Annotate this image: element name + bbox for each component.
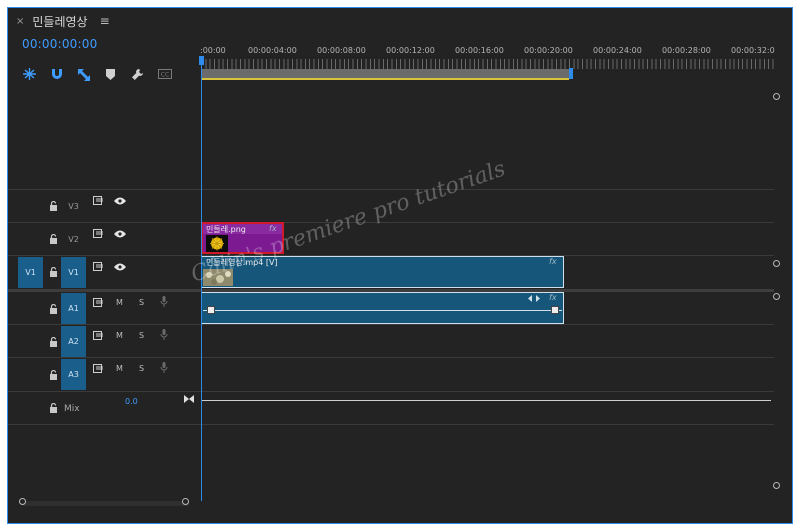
vertical-scroll-knob[interactable] bbox=[773, 260, 780, 267]
timeline-toolbar: CC bbox=[22, 66, 172, 82]
lock-icon[interactable] bbox=[49, 337, 58, 347]
fx-badge[interactable]: fx bbox=[549, 257, 557, 266]
sync-lock-icon[interactable] bbox=[93, 298, 104, 307]
eye-icon[interactable] bbox=[114, 230, 126, 238]
mute-button[interactable]: M bbox=[116, 298, 123, 307]
sync-lock-icon[interactable] bbox=[93, 364, 104, 373]
microphone-icon[interactable] bbox=[160, 362, 168, 373]
horizontal-scrollbar[interactable] bbox=[23, 501, 189, 506]
fx-badge[interactable]: fx bbox=[269, 224, 277, 233]
track-divider bbox=[8, 324, 774, 325]
lock-icon[interactable] bbox=[49, 304, 58, 314]
lock-icon[interactable] bbox=[49, 267, 58, 277]
ruler-label: 00:00:08:00 bbox=[317, 46, 366, 55]
track-divider bbox=[8, 424, 774, 425]
mix-track-label: Mix bbox=[64, 404, 80, 414]
track-target-v1[interactable]: V1 bbox=[61, 257, 86, 288]
work-area-end-handle[interactable] bbox=[569, 68, 573, 79]
audio-level-line bbox=[203, 310, 562, 311]
snap-ripple-icon[interactable] bbox=[22, 67, 37, 81]
work-area-bar[interactable] bbox=[201, 69, 569, 78]
mute-button[interactable]: M bbox=[116, 364, 123, 373]
mute-button[interactable]: M bbox=[116, 331, 123, 340]
magnet-icon[interactable] bbox=[49, 67, 64, 81]
solo-button[interactable]: S bbox=[139, 364, 144, 373]
sequence-title[interactable]: 민들레영상 bbox=[32, 13, 87, 30]
track-target-v2[interactable]: V2 bbox=[61, 224, 86, 255]
fx-badge[interactable]: fx bbox=[549, 293, 557, 302]
horizontal-scroll-right[interactable] bbox=[182, 498, 189, 505]
track-divider bbox=[8, 189, 774, 190]
ruler-ticks bbox=[201, 59, 775, 69]
dandelion-thumbnail-icon bbox=[210, 236, 224, 251]
lock-icon[interactable] bbox=[49, 201, 58, 211]
sync-lock-icon[interactable] bbox=[93, 262, 104, 271]
keyframe-end-handle[interactable] bbox=[551, 306, 559, 314]
clip-name: 민들레.png bbox=[206, 225, 246, 234]
mix-volume-value[interactable]: 0.0 bbox=[125, 397, 138, 406]
playhead-timecode[interactable]: 00:00:00:00 bbox=[22, 37, 97, 51]
ruler-label: 00:00:24:00 bbox=[593, 46, 642, 55]
ruler-label: 00:00:28:00 bbox=[662, 46, 711, 55]
timeline-panel: × 민들레영상 ≡ 00:00:00:00 CC :00:00 00:00:04… bbox=[7, 7, 793, 524]
mix-level-line bbox=[201, 400, 771, 401]
ruler-label: 00:00:32:0 bbox=[731, 46, 775, 55]
sync-lock-icon[interactable] bbox=[93, 196, 104, 205]
sync-lock-icon[interactable] bbox=[93, 229, 104, 238]
track-target-a3[interactable]: A3 bbox=[61, 359, 86, 390]
track-divider bbox=[8, 391, 774, 392]
track-target-v3[interactable]: V3 bbox=[61, 191, 86, 222]
linked-selection-icon[interactable] bbox=[76, 67, 91, 81]
vertical-scroll-knob-top[interactable] bbox=[773, 93, 780, 100]
solo-button[interactable]: S bbox=[139, 331, 144, 340]
bowtie-icon[interactable] bbox=[184, 395, 194, 403]
track-target-a1[interactable]: A1 bbox=[61, 293, 86, 324]
marker-icon[interactable] bbox=[103, 67, 118, 81]
track-target-a2[interactable]: A2 bbox=[61, 326, 86, 357]
eye-icon[interactable] bbox=[114, 263, 126, 271]
clip-thumbnail bbox=[206, 235, 228, 252]
clip-a1-audio[interactable]: fx bbox=[201, 292, 564, 324]
ruler-label: 00:00:16:00 bbox=[455, 46, 504, 55]
ruler-label: :00:00 bbox=[200, 46, 226, 55]
microphone-icon[interactable] bbox=[160, 329, 168, 340]
lock-icon[interactable] bbox=[49, 403, 58, 413]
svg-text:CC: CC bbox=[160, 72, 168, 79]
lock-icon[interactable] bbox=[49, 234, 58, 244]
link-arrows-icon bbox=[528, 295, 540, 302]
ruler-label: 00:00:04:00 bbox=[248, 46, 297, 55]
ruler-label: 00:00:12:00 bbox=[386, 46, 435, 55]
track-divider bbox=[8, 222, 774, 223]
track-divider bbox=[8, 357, 774, 358]
work-area-render-line bbox=[201, 78, 569, 80]
sync-lock-icon[interactable] bbox=[93, 331, 104, 340]
horizontal-scroll-left[interactable] bbox=[19, 498, 26, 505]
captions-icon[interactable]: CC bbox=[157, 67, 172, 81]
audio-scroll-knob-top[interactable] bbox=[773, 293, 780, 300]
solo-button[interactable]: S bbox=[139, 298, 144, 307]
keyframe-start-handle[interactable] bbox=[207, 306, 215, 314]
close-icon[interactable]: × bbox=[16, 16, 24, 27]
source-patch-v1[interactable]: V1 bbox=[18, 257, 43, 288]
lock-icon[interactable] bbox=[49, 370, 58, 380]
panel-tab[interactable]: × 민들레영상 ≡ bbox=[16, 13, 110, 29]
eye-icon[interactable] bbox=[114, 197, 126, 205]
microphone-icon[interactable] bbox=[160, 296, 168, 307]
audio-scroll-knob-bottom[interactable] bbox=[773, 482, 780, 489]
ruler-label: 00:00:20:00 bbox=[524, 46, 573, 55]
wrench-icon[interactable] bbox=[130, 67, 145, 81]
panel-menu-icon[interactable]: ≡ bbox=[100, 14, 110, 28]
